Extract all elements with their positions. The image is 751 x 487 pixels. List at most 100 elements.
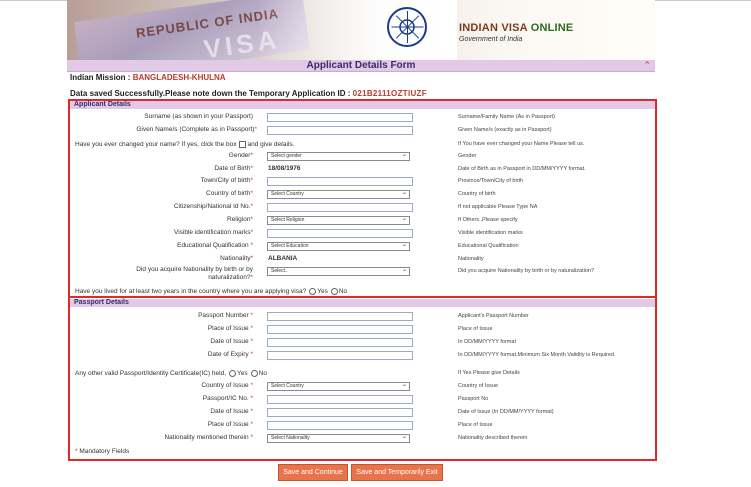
place-issue-help: Place of Issue bbox=[458, 326, 493, 332]
given-name-label: Given Name/s (Complete as in Passport)* bbox=[136, 126, 257, 133]
chevron-down-icon: ⌄ bbox=[401, 216, 407, 222]
passport-number-help: Applicant's Passport Number bbox=[458, 313, 529, 319]
logo-part2: ONLINE bbox=[530, 22, 574, 34]
chevron-down-icon: ⌄ bbox=[401, 267, 407, 273]
ic-place-label: Place of Issue * bbox=[207, 421, 253, 428]
other-yes-radio[interactable] bbox=[229, 370, 237, 377]
religion-label: Religion* bbox=[226, 216, 253, 223]
ic-number-help: Passport No bbox=[458, 396, 489, 402]
save-exit-button[interactable]: Save and Temporarily Exit bbox=[351, 464, 443, 481]
changed-name-checkbox[interactable] bbox=[238, 141, 246, 148]
ic-number-input[interactable] bbox=[267, 395, 413, 404]
save-notice-text: Data saved Successfully.Please note down… bbox=[70, 89, 351, 98]
date-expiry-input[interactable] bbox=[267, 351, 413, 360]
logo-part1: INDIAN VISA bbox=[459, 22, 528, 34]
surname-input[interactable] bbox=[267, 113, 413, 122]
country-birth-help: Country of birth bbox=[458, 191, 496, 197]
acquire-select[interactable]: Select.. ⌄ bbox=[267, 267, 410, 276]
country-issue-help: Country of Issue bbox=[458, 383, 499, 389]
other-no-radio[interactable] bbox=[250, 370, 258, 377]
ic-number-label: Passport/IC No. * bbox=[202, 395, 253, 402]
date-expiry-help: In DD/MM/YYYY format.Minimum Six Month V… bbox=[458, 352, 616, 358]
indian-mission: Indian Mission : BANGLADESH-KHULNA bbox=[70, 73, 226, 82]
header-banner: REPUBLIC OF INDIA VISA INDIAN VISA ONLIN… bbox=[67, 0, 655, 60]
lived-yes-radio[interactable] bbox=[309, 288, 317, 295]
acquire-help: Did you acquire Nationality by birth or … bbox=[458, 268, 595, 274]
nationality-help: Nationality bbox=[458, 256, 484, 262]
gender-label: Gender* bbox=[228, 152, 253, 159]
given-name-help: Given Name/s (exactly as in Passport) bbox=[458, 127, 552, 133]
nationality-therein-help: Nationality described therein bbox=[458, 435, 528, 441]
country-issue-label: Country of Issue * bbox=[201, 382, 253, 389]
page-title: Applicant Details Form bbox=[306, 60, 416, 71]
passport-number-label: Passport Number * bbox=[198, 312, 253, 319]
passport-number-input[interactable] bbox=[267, 312, 413, 321]
temporary-application-id: 021B2111OZTIUZF bbox=[352, 89, 427, 98]
changed-name-label: Have you ever changed your name? If yes,… bbox=[75, 141, 295, 149]
other-passport-help: If Yes Please give Details bbox=[458, 370, 520, 376]
mission-value: BANGLADESH-KHULNA bbox=[132, 73, 226, 82]
education-help: Educational Qualification bbox=[458, 243, 519, 249]
ic-date-help: Date of Issue (In DD/MM/YYYY format) bbox=[458, 409, 554, 415]
nationality-value: ALBANIA bbox=[268, 255, 298, 262]
marks-help: Visible identification marks bbox=[458, 230, 523, 236]
date-issue-help: In DD/MM/YYYY format bbox=[458, 339, 516, 345]
town-label: Town/City of birth* bbox=[200, 177, 253, 184]
town-help: Province/Town/City of birth bbox=[458, 178, 524, 184]
chevron-down-icon: ⌄ bbox=[401, 190, 407, 196]
religion-select[interactable]: Select Religion ⌄ bbox=[267, 216, 410, 225]
collapse-up-icon[interactable]: ⌃ bbox=[643, 60, 651, 71]
changed-name-help: If You have ever changed your Name Pleas… bbox=[458, 141, 585, 147]
acquire-label: Did you acquire Nationality by birth or … bbox=[136, 266, 253, 281]
country-birth-select[interactable]: Select Country ⌄ bbox=[267, 190, 410, 199]
application-page: REPUBLIC OF INDIA VISA INDIAN VISA ONLIN… bbox=[67, 0, 657, 487]
given-name-input[interactable] bbox=[267, 126, 413, 135]
mandatory-note: * Mandatory Fields bbox=[75, 448, 130, 455]
place-issue-label: Place of Issue * bbox=[207, 325, 253, 332]
country-issue-select[interactable]: Select Country ⌄ bbox=[267, 382, 410, 391]
form-titlebar: Applicant Details Form ⌃ bbox=[67, 60, 655, 72]
ashoka-chakra-icon bbox=[387, 7, 427, 47]
lived-no-radio[interactable] bbox=[330, 288, 338, 295]
site-logo: INDIAN VISA ONLINE bbox=[459, 22, 573, 34]
banner-fade bbox=[257, 0, 457, 60]
citizenship-label: Citizenship/National Id No.* bbox=[173, 203, 253, 210]
nationality-therein-select[interactable]: Select Nationality ⌄ bbox=[267, 434, 410, 443]
ic-place-input[interactable] bbox=[267, 421, 413, 430]
dob-label: Date of Birth* bbox=[214, 165, 253, 172]
gender-select[interactable]: Select gender ⌄ bbox=[267, 152, 410, 161]
place-issue-input[interactable] bbox=[267, 325, 413, 334]
surname-label: Surname (as shown in your Passport) bbox=[144, 113, 253, 120]
date-issue-input[interactable] bbox=[267, 338, 413, 347]
town-input[interactable] bbox=[267, 177, 413, 186]
chevron-down-icon: ⌄ bbox=[401, 152, 407, 158]
country-birth-label: Country of birth* bbox=[206, 190, 253, 197]
save-continue-button[interactable]: Save and Continue bbox=[278, 464, 348, 481]
citizenship-help: If not applicable Please Type NA bbox=[458, 204, 538, 210]
citizenship-input[interactable] bbox=[267, 203, 413, 212]
save-notice: Data saved Successfully.Please note down… bbox=[70, 89, 427, 98]
date-expiry-label: Date of Expiry * bbox=[207, 351, 253, 358]
lived-label: Have you lived for at least two years in… bbox=[75, 288, 348, 296]
passport-details-heading: Passport Details bbox=[70, 299, 655, 307]
dob-help: Date of Birth as in Passport in DD/MM/YY… bbox=[458, 166, 586, 172]
education-select[interactable]: Select Education ⌄ bbox=[267, 242, 410, 251]
chevron-down-icon: ⌄ bbox=[401, 434, 407, 440]
logo-subtitle: Government of India bbox=[459, 36, 523, 43]
education-label: Educational Qualification * bbox=[177, 242, 253, 249]
ic-date-input[interactable] bbox=[267, 408, 413, 417]
chevron-down-icon: ⌄ bbox=[401, 382, 407, 388]
nationality-therein-label: Nationality mentioned therein * bbox=[164, 434, 253, 441]
gender-help: Gender bbox=[458, 153, 477, 159]
mission-label: Indian Mission : bbox=[70, 73, 131, 82]
ic-date-label: Date of Issue * bbox=[210, 408, 253, 415]
surname-help: Surname/Family Name (As in Passport) bbox=[458, 114, 555, 120]
marks-input[interactable] bbox=[267, 229, 413, 238]
other-passport-label: Any other valid Passport/Identity Certif… bbox=[75, 370, 267, 378]
religion-help: If Others ,Please specify bbox=[458, 217, 518, 223]
chevron-down-icon: ⌄ bbox=[401, 242, 407, 248]
applicant-details-heading: Applicant Details bbox=[70, 101, 655, 109]
nationality-label: Nationality* bbox=[220, 255, 253, 262]
ic-place-help: Place of Issue bbox=[458, 422, 493, 428]
date-issue-label: Date of Issue * bbox=[210, 338, 253, 345]
